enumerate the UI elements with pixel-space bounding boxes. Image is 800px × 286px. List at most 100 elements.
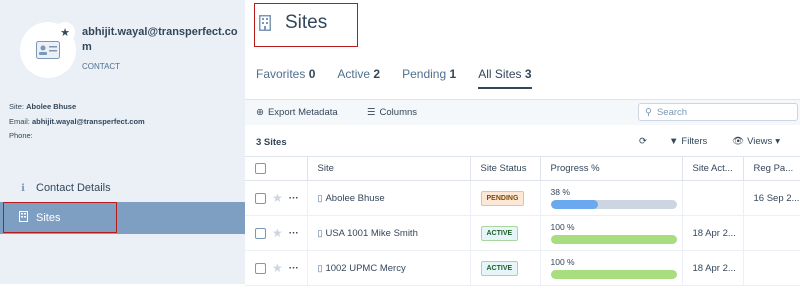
toolbar: ⊕ Export Metadata ☰ Columns ⚲ Search: [245, 99, 800, 125]
site-label: Site:: [9, 102, 25, 111]
table-row: ★ ··· ▯ 1002 UPMC Mercy ACTIVE 100 % 18 Ap…: [245, 250, 800, 286]
tab-count: 2: [373, 67, 381, 81]
row-checkbox[interactable]: [255, 227, 266, 239]
sidebar: ★ abhijit.wayal@transperfect.com CONTACT…: [0, 0, 245, 284]
tab-active[interactable]: Active 2: [337, 67, 380, 89]
table-row: ★ ··· ▯ Abolee Bhuse PENDING 38 % 16 Sep 2…: [245, 180, 800, 216]
contact-email-info: Email: abhijit.wayal@transperfect.com: [9, 117, 145, 126]
column-header-reg[interactable]: Reg Pa...: [742, 156, 800, 181]
site-name[interactable]: 1002 UPMC Mercy: [325, 263, 405, 274]
building-icon: ▯: [317, 262, 323, 273]
highlight-box-title: [254, 3, 358, 47]
email-value: abhijit.wayal@transperfect.com: [31, 117, 145, 126]
building-icon: ▯: [317, 227, 323, 238]
progress-cell: 100 %: [539, 250, 682, 286]
column-header-site[interactable]: Site: [306, 156, 470, 181]
sliders-icon: ☰: [367, 107, 376, 118]
tab-label: All Sites: [478, 67, 522, 81]
views-button[interactable]: 👁 Views ▾: [732, 136, 780, 147]
columns-label: Columns: [379, 107, 418, 118]
tab-count: 1: [449, 67, 457, 81]
more-icon[interactable]: ···: [289, 193, 299, 204]
site-cell[interactable]: ▯ Abolee Bhuse: [306, 180, 470, 216]
email-label: Email:: [9, 117, 30, 126]
progress-label: 100 %: [550, 257, 575, 267]
status-cell: PENDING: [469, 180, 540, 216]
progress-label: 100 %: [550, 222, 575, 232]
sites-table: Site Site Status Progress % Site Act... …: [245, 156, 800, 286]
select-all-checkbox[interactable]: [255, 162, 266, 174]
site-value: Abolee Bhuse: [26, 102, 77, 111]
status-cell: ACTIVE: [469, 250, 540, 286]
site-cell[interactable]: ▯ 1002 UPMC Mercy: [306, 250, 470, 286]
building-icon: ▯: [317, 192, 323, 203]
export-label: Export Metadata: [267, 107, 338, 118]
column-header-status[interactable]: Site Status: [469, 156, 540, 181]
more-icon[interactable]: ···: [289, 263, 299, 274]
filters-label: Filters: [681, 136, 708, 147]
refresh-icon[interactable]: ⟳: [639, 136, 647, 147]
select-all-header: [245, 156, 307, 181]
progress-bar: [550, 235, 677, 244]
status-badge: PENDING: [480, 190, 525, 206]
table-header-row: Site Site Status Progress % Site Act... …: [245, 156, 800, 181]
tab-count: 3: [524, 67, 532, 81]
list-header: 3 Sites ⟳ ▼ Filters 👁 Views ▾: [245, 126, 800, 156]
tab-bar: Favorites 0 Active 2 Pending 1 All Sites…: [256, 67, 532, 89]
progress-bar: [550, 270, 677, 279]
column-header-progress[interactable]: Progress %: [539, 156, 682, 181]
progress-fill: [550, 235, 677, 244]
sites-count: 3 Sites: [256, 137, 287, 148]
eye-icon: 👁: [732, 136, 745, 147]
tab-count: 0: [308, 67, 316, 81]
tab-pending[interactable]: Pending 1: [402, 67, 456, 89]
search-input[interactable]: ⚲ Search: [638, 103, 798, 121]
star-icon[interactable]: ★: [272, 191, 283, 205]
reg-cell: [742, 250, 800, 286]
status-cell: ACTIVE: [469, 215, 540, 251]
site-name[interactable]: Abolee Bhuse: [325, 193, 384, 204]
reg-cell: [742, 215, 800, 251]
tab-label: Favorites: [256, 67, 306, 81]
site-cell[interactable]: ▯ USA 1001 Mike Smith: [306, 215, 470, 251]
progress-cell: 100 %: [539, 215, 682, 251]
site-act-cell: 18 Apr 2...: [681, 250, 743, 286]
row-controls: ★ ···: [245, 180, 307, 216]
more-icon[interactable]: ···: [289, 228, 299, 239]
views-label: Views: [747, 136, 773, 147]
column-header-site-act[interactable]: Site Act...: [681, 156, 743, 181]
site-name[interactable]: USA 1001 Mike Smith: [325, 228, 417, 239]
site-act-cell: 18 Apr 2...: [681, 215, 743, 251]
contact-phone: Phone:: [9, 131, 33, 140]
status-badge: ACTIVE: [480, 225, 519, 241]
columns-button[interactable]: ☰ Columns: [367, 107, 417, 118]
nav-item-label: Contact Details: [36, 182, 111, 194]
star-icon[interactable]: ★: [272, 261, 283, 275]
tab-all-sites[interactable]: All Sites 3: [478, 67, 532, 89]
star-icon[interactable]: ★: [272, 226, 283, 240]
tab-label: Active: [337, 67, 371, 81]
export-metadata-button[interactable]: ⊕ Export Metadata: [256, 107, 338, 118]
contact-site: Site: Abolee Bhuse: [9, 102, 76, 111]
site-act-cell: [681, 180, 743, 216]
filters-button[interactable]: ▼ Filters: [669, 136, 707, 147]
progress-fill: [550, 270, 677, 279]
contact-type: CONTACT: [82, 62, 121, 71]
search-icon: ⚲: [645, 106, 652, 118]
progress-label: 38 %: [550, 187, 570, 197]
nav-item-contact-details[interactable]: ℹ Contact Details: [0, 172, 245, 204]
highlight-box-nav: [3, 202, 117, 233]
progress-cell: 38 %: [539, 180, 682, 216]
favorite-star-icon[interactable]: ★: [55, 22, 75, 42]
reg-cell: 16 Sep 2...: [742, 180, 800, 216]
filter-icon: ▼: [669, 136, 679, 147]
progress-fill: [550, 200, 599, 209]
status-badge: ACTIVE: [480, 260, 519, 276]
id-card-icon: [36, 41, 60, 59]
main-panel: Sites Favorites 0 Active 2 Pending 1 All…: [245, 0, 800, 286]
row-controls: ★ ···: [245, 250, 307, 286]
row-checkbox[interactable]: [255, 192, 266, 204]
row-checkbox[interactable]: [255, 262, 266, 274]
chevron-down-icon: ▾: [775, 136, 781, 147]
tab-favorites[interactable]: Favorites 0: [256, 67, 315, 89]
